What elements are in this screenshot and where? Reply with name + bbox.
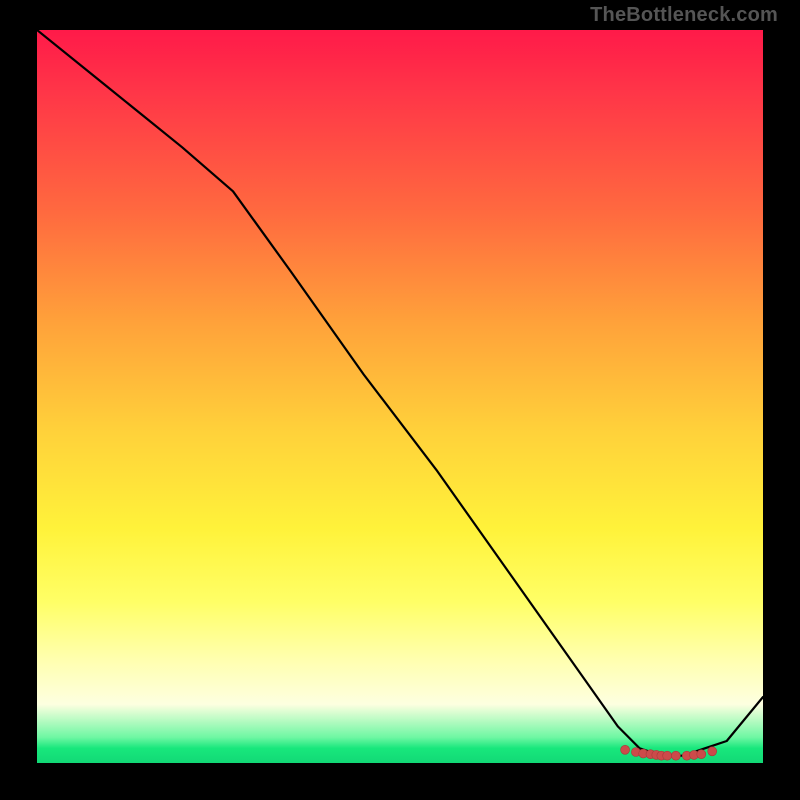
plot-area [37, 30, 763, 763]
highlight-dots [621, 745, 717, 760]
highlight-dot [621, 745, 630, 754]
highlight-dot [663, 751, 672, 760]
highlight-dot [708, 747, 717, 756]
chart-container: TheBottleneck.com [0, 0, 800, 800]
attribution-text: TheBottleneck.com [590, 4, 778, 27]
highlight-dot [697, 750, 706, 759]
highlight-dot [671, 751, 680, 760]
data-curve [37, 30, 763, 756]
chart-overlay [37, 30, 763, 763]
